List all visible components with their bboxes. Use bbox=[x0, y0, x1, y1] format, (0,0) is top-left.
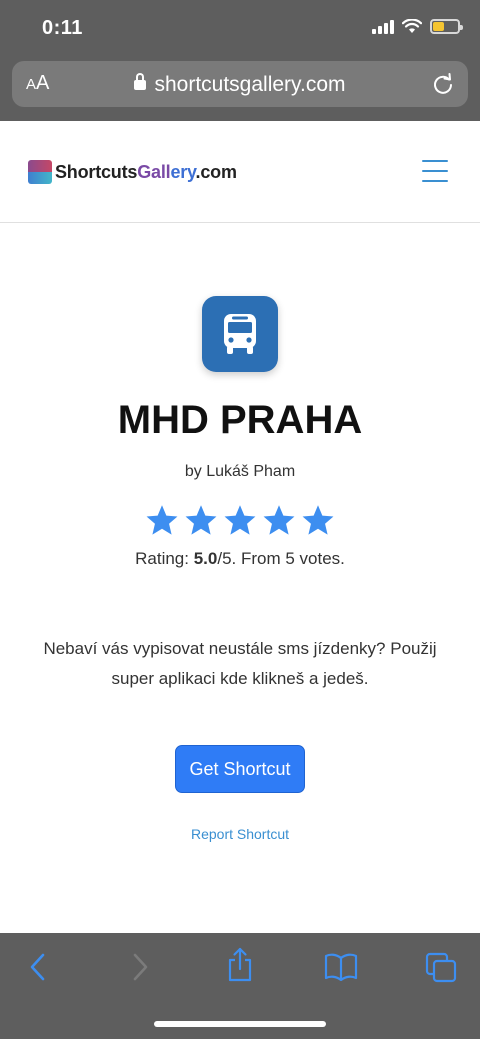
back-icon[interactable] bbox=[26, 951, 50, 983]
battery-icon bbox=[430, 19, 463, 34]
bus-icon bbox=[202, 296, 278, 372]
status-time: 0:11 bbox=[42, 17, 83, 39]
bookmarks-icon[interactable] bbox=[324, 953, 358, 981]
lock-icon bbox=[134, 73, 147, 90]
star-icon bbox=[146, 505, 178, 535]
report-shortcut-link[interactable]: Report Shortcut bbox=[0, 826, 480, 842]
url-text[interactable]: shortcutsgallery.com bbox=[12, 73, 468, 97]
tabs-icon[interactable] bbox=[424, 951, 458, 983]
star-icon bbox=[263, 505, 295, 535]
reload-icon[interactable] bbox=[432, 73, 454, 95]
forward-icon[interactable] bbox=[128, 951, 152, 983]
site-logo[interactable]: ShortcutsGallery.com bbox=[28, 160, 237, 184]
menu-icon[interactable] bbox=[422, 160, 448, 182]
star-icon bbox=[302, 505, 334, 535]
share-icon[interactable] bbox=[226, 947, 254, 983]
get-shortcut-button[interactable]: Get Shortcut bbox=[175, 745, 305, 793]
address-bar[interactable]: AA shortcutsgallery.com bbox=[12, 61, 468, 107]
shortcut-description: Nebaví vás vypisovat neustále sms jízden… bbox=[43, 639, 437, 688]
star-icon bbox=[224, 505, 256, 535]
shortcut-title: MHD PRAHA bbox=[117, 398, 363, 442]
browser-top-chrome: 0:11 AA shortcutsgallery.com bbox=[0, 0, 480, 121]
star-icon bbox=[185, 505, 217, 535]
logo-text: ShortcutsGallery.com bbox=[55, 161, 237, 182]
shortcut-author: by Lukáš Pham bbox=[184, 463, 296, 480]
wifi-icon bbox=[402, 19, 422, 33]
logo-mark-icon bbox=[28, 160, 52, 184]
site-header: ShortcutsGallery.com bbox=[0, 121, 480, 223]
cellular-signal-icon bbox=[372, 19, 394, 34]
rating-text: Rating: 5.0/5. From 5 votes. bbox=[135, 549, 345, 568]
status-icons bbox=[372, 19, 463, 34]
home-indicator bbox=[154, 1021, 326, 1027]
rating-stars bbox=[0, 503, 480, 539]
